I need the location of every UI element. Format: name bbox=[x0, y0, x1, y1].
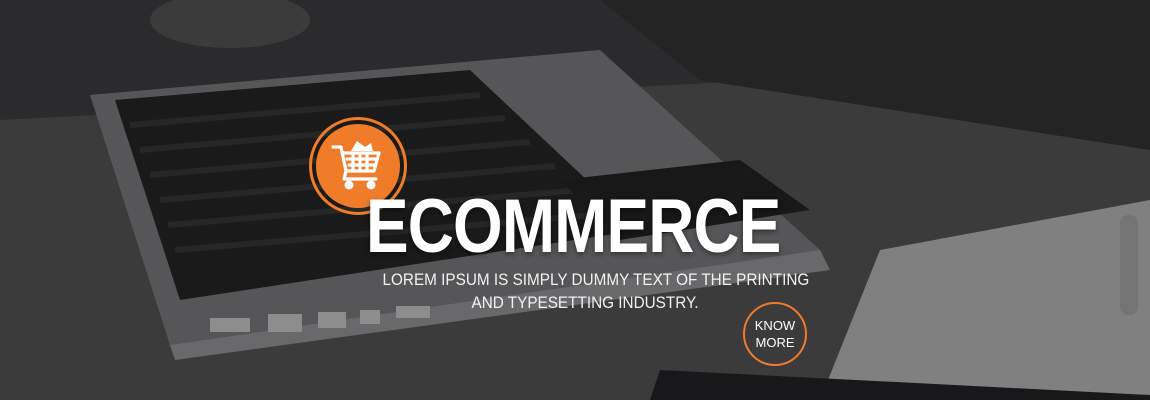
know-more-button[interactable]: KNOW MORE bbox=[743, 302, 807, 366]
cta-line-1: KNOW bbox=[754, 318, 796, 333]
hero-banner: ECOMMERCE LOREM IPSUM IS SIMPLY DUMMY TE… bbox=[0, 0, 1150, 400]
hero-tagline: LOREM IPSUM IS SIMPLY DUMMY TEXT OF THE … bbox=[382, 268, 810, 314]
hero-title: ECOMMERCE bbox=[366, 184, 781, 269]
cta-line-2: MORE bbox=[755, 335, 795, 350]
tagline-line-1: LOREM IPSUM IS SIMPLY DUMMY TEXT OF THE … bbox=[382, 270, 810, 289]
tagline-line-2: AND TYPESETTING INDUSTRY. bbox=[471, 293, 699, 312]
